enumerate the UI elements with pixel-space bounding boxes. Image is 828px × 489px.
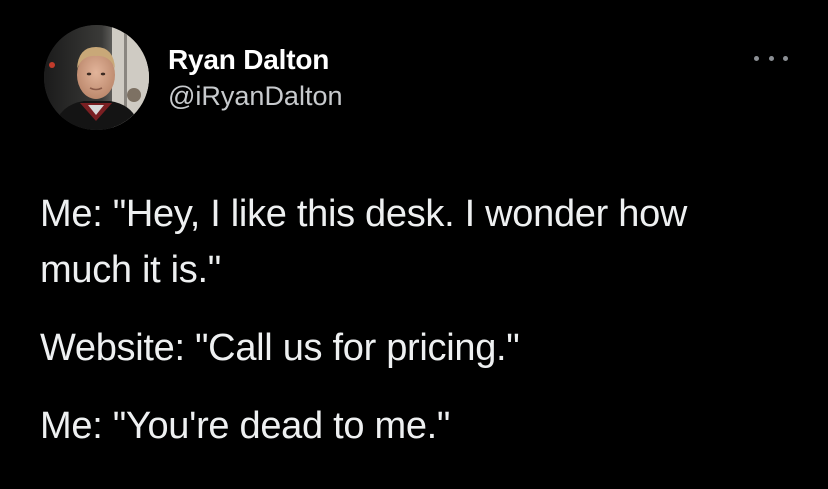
menu-dot xyxy=(768,55,774,61)
tweet-line: much it is." xyxy=(40,249,221,291)
author-display-name[interactable]: Ryan Dalton xyxy=(168,42,343,78)
author-handle[interactable]: @iRyanDalton xyxy=(168,79,343,113)
tweet-paragraph: Me: "You're dead to me." xyxy=(40,398,800,454)
tweet-line: Website: "Call us for pricing." xyxy=(40,327,520,369)
tweet-body: Me: "Hey, I like this desk. I wonder how… xyxy=(40,186,800,454)
more-horizontal-icon[interactable] xyxy=(754,52,788,64)
tweet-paragraph: Website: "Call us for pricing." xyxy=(40,320,800,376)
tweet-line: Me: "Hey, I like this desk. I wonder how xyxy=(40,193,688,235)
tweet-card: Ryan Dalton @iRyanDalton Me: "Hey, I lik… xyxy=(0,0,828,489)
menu-dot xyxy=(783,55,788,61)
tweet-line: Me: "You're dead to me." xyxy=(40,405,451,447)
tweet-paragraph: Me: "Hey, I like this desk. I wonder how… xyxy=(40,186,800,298)
avatar-photo xyxy=(44,25,149,130)
author-block: Ryan Dalton @iRyanDalton xyxy=(168,42,343,113)
menu-dot xyxy=(754,55,759,61)
avatar[interactable] xyxy=(44,25,149,130)
